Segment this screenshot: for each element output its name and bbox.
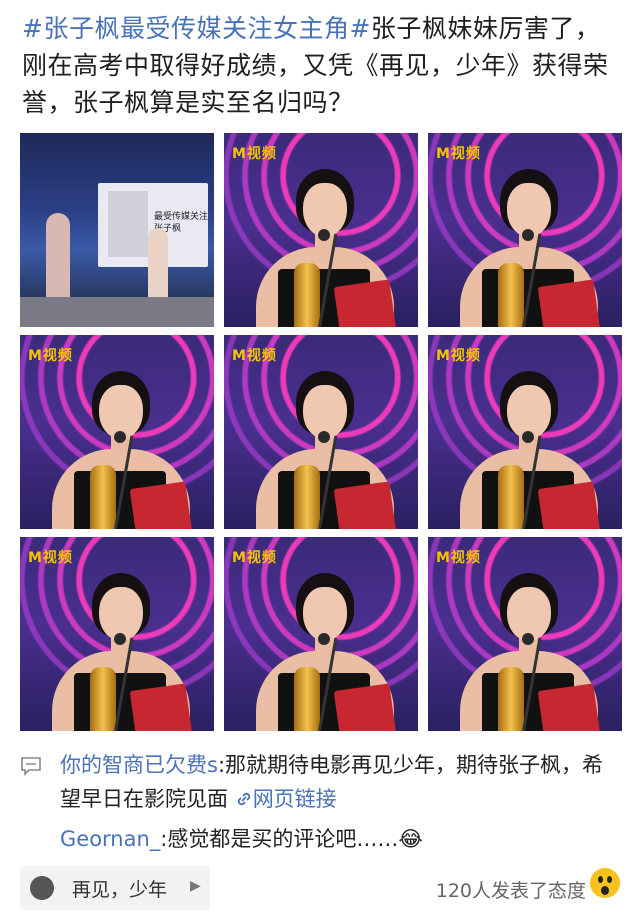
channel-logo: M视频 bbox=[436, 348, 481, 364]
surprised-emoji-icon[interactable] bbox=[590, 868, 620, 898]
web-link-label: 网页链接 bbox=[252, 787, 337, 811]
comment-2: Geornan_:感觉都是买的评论吧……😂 bbox=[60, 822, 620, 856]
laugh-emoji: 😂 bbox=[398, 827, 423, 851]
photo-6[interactable]: M视频 bbox=[428, 335, 622, 529]
channel-logo: M视频 bbox=[436, 550, 481, 566]
web-link[interactable]: 网页链接 bbox=[235, 787, 337, 811]
comment-user[interactable]: Geornan_ bbox=[60, 827, 160, 851]
hashtag-link[interactable]: #张子枫最受传媒关注女主角# bbox=[22, 14, 371, 43]
photo-8[interactable]: M视频 bbox=[224, 537, 418, 731]
chevron-right-icon: ▶ bbox=[190, 878, 201, 894]
channel-logo: M视频 bbox=[232, 146, 277, 162]
image-grid: 最受传媒关注 张子枫 M视频 M视频 M视频 M视频 M视频 M视频 M视频 M视… bbox=[20, 133, 622, 731]
channel-logo: M视频 bbox=[28, 550, 73, 566]
topic-chip[interactable]: 再见，少年 ▶ bbox=[20, 866, 210, 910]
channel-logo: M视频 bbox=[232, 550, 277, 566]
photo-3[interactable]: M视频 bbox=[428, 133, 622, 327]
comment-user[interactable]: 你的智商已欠费s bbox=[60, 753, 218, 777]
reaction-count[interactable]: 120人发表了态度 bbox=[436, 876, 586, 903]
channel-logo: M视频 bbox=[436, 146, 481, 162]
film-reel-icon bbox=[30, 876, 54, 900]
comment-1: 你的智商已欠费s:那就期待电影再见少年，期待张子枫，希望早日在影院见面 网页链接 bbox=[60, 748, 620, 816]
screen-text-1: 最受传媒关注 bbox=[154, 212, 209, 222]
photo-1[interactable]: 最受传媒关注 张子枫 bbox=[20, 133, 214, 327]
comment-icon bbox=[21, 757, 41, 776]
channel-logo: M视频 bbox=[28, 348, 73, 364]
topic-label: 再见，少年 bbox=[72, 879, 168, 901]
channel-logo: M视频 bbox=[232, 348, 277, 364]
photo-5[interactable]: M视频 bbox=[224, 335, 418, 529]
post-footer: 再见，少年 ▶ 120人发表了态度 bbox=[20, 866, 620, 910]
photo-9[interactable]: M视频 bbox=[428, 537, 622, 731]
link-icon bbox=[237, 792, 250, 806]
photo-2[interactable]: M视频 bbox=[224, 133, 418, 327]
photo-4[interactable]: M视频 bbox=[20, 335, 214, 529]
comment-text: :感觉都是买的评论吧…… bbox=[160, 827, 399, 851]
photo-7[interactable]: M视频 bbox=[20, 537, 214, 731]
post-text: #张子枫最受传媒关注女主角#张子枫妹妹厉害了，刚在高考中取得好成绩，又凭《再见，… bbox=[22, 10, 622, 121]
